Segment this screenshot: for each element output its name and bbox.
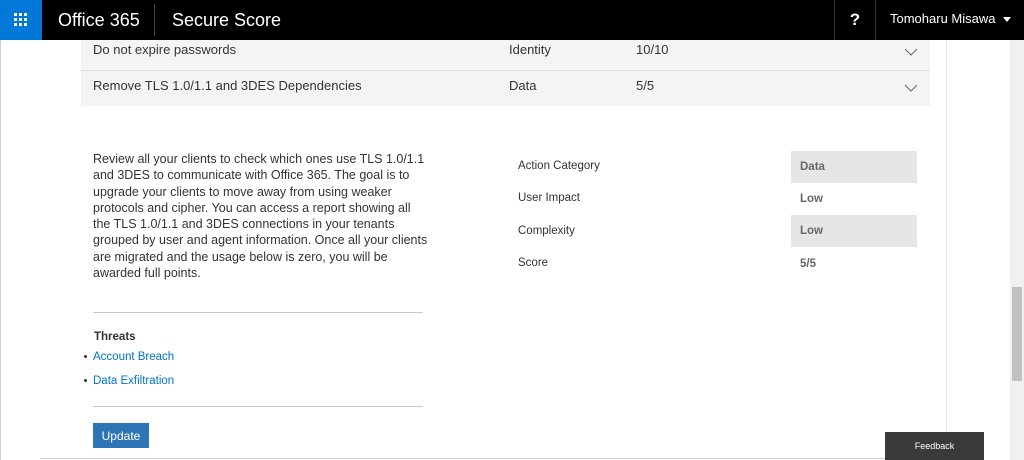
property-value: Low [800, 193, 823, 205]
brand-title[interactable]: Office 365 [58, 0, 140, 40]
action-category: Identity [509, 42, 551, 57]
action-row[interactable]: Do not expire passwords Identity 10/10 [81, 40, 930, 70]
chevron-down-icon[interactable] [905, 82, 917, 94]
property-value: Data [791, 151, 917, 183]
help-button[interactable]: ? [834, 0, 876, 40]
app-launcher-button[interactable] [0, 0, 42, 40]
feedback-button[interactable]: Feedback [885, 432, 984, 460]
bottom-border [40, 458, 885, 459]
property-label: Score [518, 257, 549, 269]
action-row-expanded[interactable]: Remove TLS 1.0/1.1 and 3DES Dependencies… [81, 71, 930, 106]
header-divider [154, 4, 155, 36]
user-menu-name[interactable]: Tomoharu Misawa [890, 0, 996, 40]
chevron-down-icon[interactable] [905, 46, 917, 58]
action-name: Do not expire passwords [93, 42, 237, 57]
scrollbar-track[interactable] [1010, 40, 1024, 460]
scrollbar-thumb[interactable] [1012, 287, 1022, 381]
threat-link[interactable]: Account Breach [84, 351, 174, 363]
action-score: 10/10 [636, 42, 669, 57]
property-value: Low [791, 215, 917, 247]
property-label: Action Category [518, 160, 600, 172]
caret-down-icon[interactable] [1003, 17, 1011, 22]
threats-heading: Threats [94, 331, 136, 343]
section-divider [93, 406, 423, 407]
threat-link[interactable]: Data Exfiltration [84, 375, 174, 387]
app-launcher-icon [14, 13, 27, 26]
page-left-border [0, 40, 1, 460]
app-title: Secure Score [172, 10, 282, 30]
action-name: Remove TLS 1.0/1.1 and 3DES Dependencies [93, 78, 362, 93]
action-score: 5/5 [636, 78, 655, 93]
property-label: Complexity [518, 225, 575, 237]
threat-link-label[interactable]: Account Breach [93, 351, 174, 363]
action-description: Review all your clients to check which o… [93, 152, 428, 281]
update-button[interactable]: Update [93, 423, 149, 448]
top-bar: Office 365 Secure Score ? Tomoharu Misaw… [0, 0, 1024, 40]
threat-link-label[interactable]: Data Exfiltration [93, 375, 174, 387]
section-divider [93, 312, 423, 313]
property-value: 5/5 [800, 258, 816, 270]
bullet [84, 355, 87, 359]
bullet [84, 379, 87, 383]
action-category: Data [509, 78, 537, 93]
property-label: User Impact [518, 192, 580, 204]
